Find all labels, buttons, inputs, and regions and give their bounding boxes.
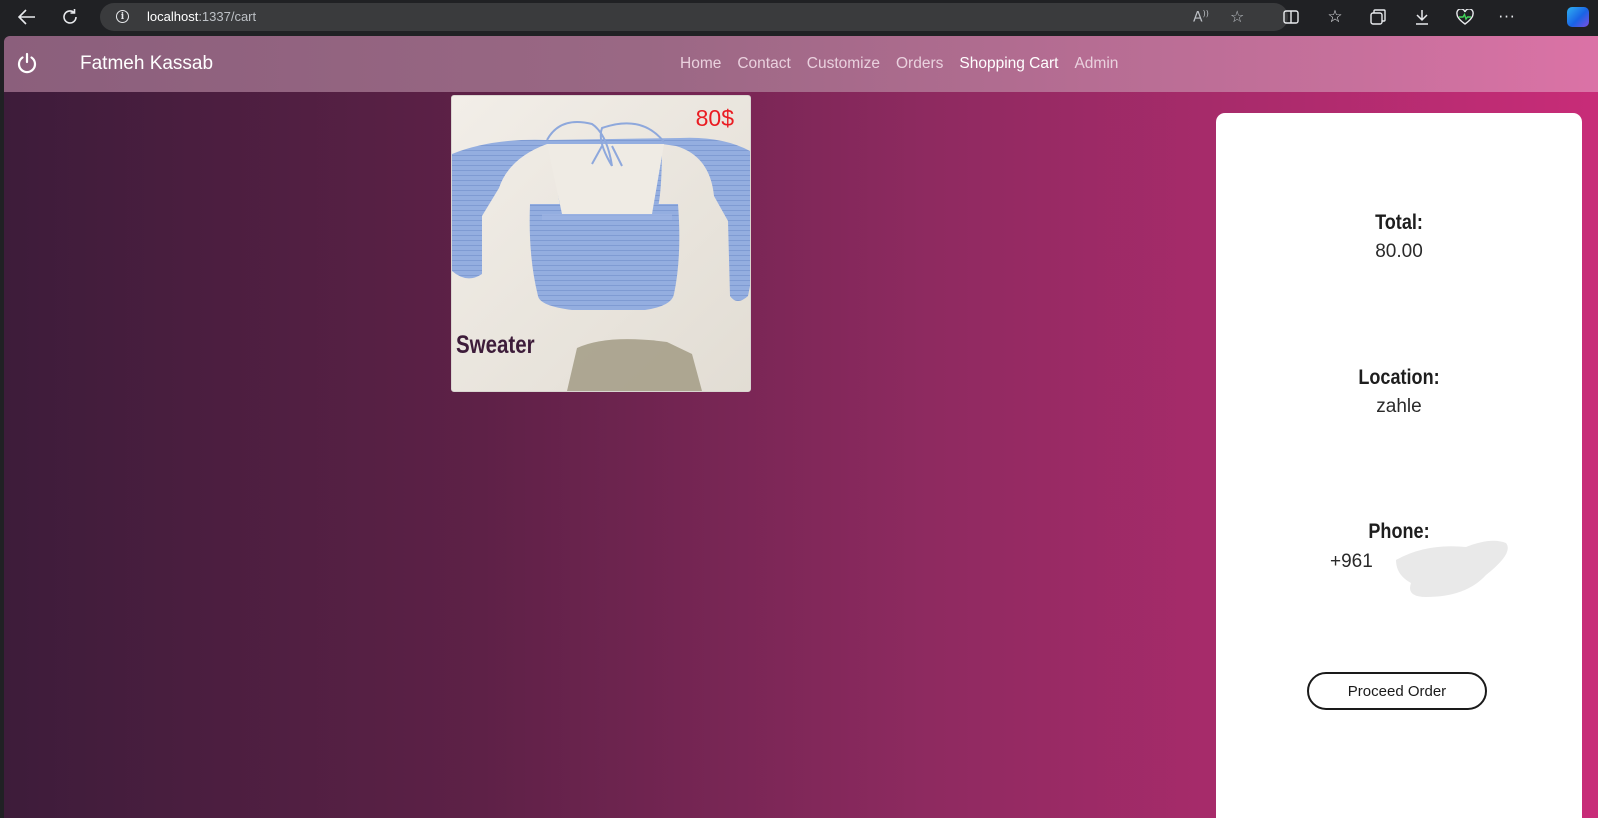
item-name: Sweater <box>456 331 535 359</box>
address-bar[interactable]: i localhost:1337/cart A)) ☆ <box>100 3 1288 31</box>
top-navbar: Fatmeh Kassab Home Contact Customize Ord… <box>4 36 1598 92</box>
page-content: Fatmeh Kassab Home Contact Customize Ord… <box>4 36 1598 818</box>
collections-icon[interactable] <box>1365 5 1391 29</box>
back-arrow-icon[interactable] <box>14 5 40 29</box>
split-screen-icon[interactable] <box>1278 5 1304 29</box>
favorites-icon[interactable]: ☆ <box>1322 5 1348 29</box>
item-price: 80$ <box>695 105 734 131</box>
total-label: Total: <box>1375 211 1423 234</box>
site-info-icon[interactable]: i <box>116 10 129 23</box>
browser-essentials-icon[interactable] <box>1452 5 1478 29</box>
cart-item-card[interactable]: 80$ Sweater <box>451 95 751 392</box>
copilot-icon[interactable] <box>1567 7 1589 27</box>
favorite-star-icon[interactable]: ☆ <box>1230 7 1244 26</box>
nav-contact[interactable]: Contact <box>737 55 790 73</box>
redaction-scribble <box>1396 540 1508 597</box>
refresh-icon[interactable] <box>57 5 83 29</box>
phone-value: +961 <box>1330 551 1373 572</box>
nav-menu: Home Contact Customize Orders Shopping C… <box>680 55 1118 73</box>
browser-toolbar: i localhost:1337/cart A)) ☆ ☆ ··· <box>0 0 1598 34</box>
url-text[interactable]: localhost:1337/cart <box>147 9 256 24</box>
proceed-order-button[interactable]: Proceed Order <box>1307 672 1487 710</box>
total-value: 80.00 <box>1375 241 1423 262</box>
nav-customize[interactable]: Customize <box>807 55 880 73</box>
power-icon[interactable] <box>16 52 38 74</box>
nav-admin[interactable]: Admin <box>1074 55 1118 73</box>
nav-home[interactable]: Home <box>680 55 721 73</box>
nav-shopping-cart[interactable]: Shopping Cart <box>959 55 1058 73</box>
nav-orders[interactable]: Orders <box>896 55 943 73</box>
order-summary-panel: Total: 80.00 Location: zahle Phone: +961… <box>1216 113 1582 818</box>
downloads-icon[interactable] <box>1409 5 1435 29</box>
read-aloud-icon[interactable]: A)) <box>1193 9 1209 26</box>
location-label: Location: <box>1358 366 1440 389</box>
location-value: zahle <box>1376 396 1422 417</box>
brand-name[interactable]: Fatmeh Kassab <box>80 53 213 75</box>
more-options-icon[interactable]: ··· <box>1494 5 1520 29</box>
